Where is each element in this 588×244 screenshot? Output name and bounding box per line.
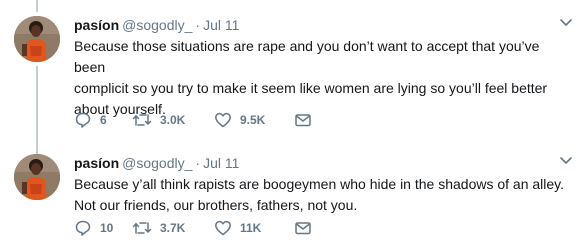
tweet-actions: 10 3.7K 11K: [74, 218, 312, 238]
heart-icon: [214, 111, 232, 129]
reply-button[interactable]: 6: [74, 110, 132, 130]
tweet-text: Because y’all think rapists are boogeyme…: [74, 174, 574, 216]
timestamp[interactable]: Jul 11: [203, 17, 239, 33]
display-name[interactable]: pasíon: [74, 17, 119, 33]
like-count: 9.5K: [240, 113, 266, 127]
tweet-text-line: complicit so you try to make it seem lik…: [74, 80, 548, 96]
direct-message-button[interactable]: [294, 218, 312, 238]
avatar[interactable]: [14, 154, 60, 200]
tweet-thread: pasíon @sogodly_ · Jul 11 Because those sit…: [0, 0, 588, 244]
heart-icon: [214, 219, 232, 237]
reply-button[interactable]: 10: [74, 218, 132, 238]
display-name[interactable]: pasíon: [74, 155, 119, 171]
retweet-button[interactable]: 3.0K: [132, 110, 214, 130]
like-count: 11K: [240, 221, 262, 235]
envelope-icon: [294, 111, 312, 129]
reply-count: 6: [100, 113, 107, 127]
tweet-text-line: Not our friends, our brothers, fathers, …: [74, 197, 358, 213]
tweet-text-line: Because those situations are rape and yo…: [74, 38, 540, 75]
separator-dot: ·: [195, 155, 201, 171]
separator-dot: ·: [195, 17, 201, 33]
tweet[interactable]: pasíon @sogodly_ · Jul 11 Because those sit…: [0, 10, 588, 138]
tweet-text-line: Because y’all think rapists are boogeyme…: [74, 176, 565, 192]
retweet-icon: [132, 111, 152, 129]
timestamp[interactable]: Jul 11: [203, 155, 239, 171]
tweet-text: Because those situations are rape and yo…: [74, 36, 574, 120]
avatar[interactable]: [14, 16, 60, 62]
chevron-down-icon[interactable]: [558, 152, 574, 168]
retweet-count: 3.0K: [160, 113, 186, 127]
chevron-down-icon[interactable]: [558, 14, 574, 30]
like-button[interactable]: 11K: [214, 218, 294, 238]
reply-icon: [74, 111, 92, 129]
like-button[interactable]: 9.5K: [214, 110, 294, 130]
retweet-icon: [132, 219, 152, 237]
retweet-count: 3.7K: [160, 221, 186, 235]
tweet[interactable]: pasíon @sogodly_ · Jul 11 Because y’all thi…: [0, 148, 588, 244]
tweet-header: pasíon @sogodly_ · Jul 11: [74, 154, 239, 172]
retweet-button[interactable]: 3.7K: [132, 218, 214, 238]
tweet-actions: 6 3.0K 9.5K: [74, 110, 312, 130]
envelope-icon: [294, 219, 312, 237]
direct-message-button[interactable]: [294, 110, 312, 130]
reply-count: 10: [100, 221, 114, 235]
handle[interactable]: @sogodly_: [122, 17, 192, 33]
tweet-header: pasíon @sogodly_ · Jul 11: [74, 16, 239, 34]
reply-icon: [74, 219, 92, 237]
handle[interactable]: @sogodly_: [122, 155, 192, 171]
